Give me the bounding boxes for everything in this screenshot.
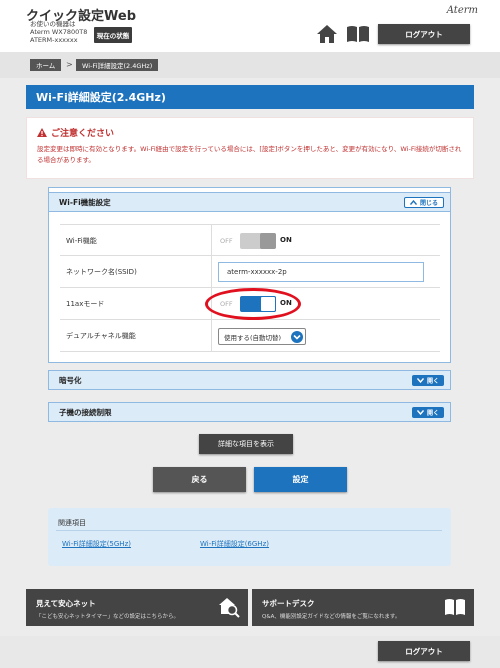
row-label: Wi-Fi機能 [60,225,212,257]
dual-channel-value: 使用する(自動切替) [224,333,282,342]
row-value: OFF ON [212,225,440,257]
logout-button[interactable]: ログアウト [378,24,470,44]
switch-on-label: ON [280,236,292,244]
card-title: サポートデスク [262,599,315,608]
related-title: 関連項目 [58,519,86,527]
logout-button-bottom[interactable]: ログアウト [378,641,470,661]
device-info: お使いの機器は Aterm WX7800T8 ATERM-xxxxxx [30,20,87,44]
page-title: Wi-Fi詳細設定(2.4GHz) [26,85,474,109]
header: クイック設定Web お使いの機器は Aterm WX7800T8 ATERM-x… [0,0,500,52]
show-details-button[interactable]: 詳細な項目を表示 [199,434,293,454]
current-status-button[interactable]: 現在の状態 [94,27,132,43]
child-limit-header[interactable]: 子機の接続制限 開く [48,402,451,422]
search-house-icon [219,598,240,618]
highlight-oval [205,288,301,320]
mieteanshin-card[interactable]: 見えて安心ネット 「こども安心ネットタイマー」などの設定はこちらから。 [26,589,248,626]
breadcrumb [0,52,500,78]
ssid-row: ネットワーク名(SSID) aterm-xxxxxx-2p [60,256,440,288]
support-desk-card[interactable]: サポートデスク Q&A、機能別設定ガイドなどの情報をご覧になれます。 [252,589,474,626]
expand-label: 開く [426,410,439,417]
brand-logo: Aterm [446,5,478,16]
chevron-down-icon [291,331,303,343]
back-button[interactable]: 戻る [153,467,246,492]
row-value: 使用する(自動切替) [212,320,440,352]
card-subtitle: 「こども安心ネットタイマー」などの設定はこちらから。 [36,614,180,620]
card-title: 見えて安心ネット [36,599,96,608]
device-info-label: お使いの機器は [30,20,76,28]
encryption-title: 暗号化 [59,375,82,385]
apply-button[interactable]: 設定 [254,467,347,492]
ssid-input[interactable]: aterm-xxxxxx-2p [218,262,424,282]
wifi-settings-title: Wi-Fi機能設定 [59,197,111,207]
collapse-button[interactable]: 閉じる [403,197,444,208]
switch-off-label: OFF [220,237,233,245]
dual-channel-row: デュアルチャネル機能 使用する(自動切替) [60,320,440,352]
collapse-label: 閉じる [419,200,438,207]
link-wifi-5ghz[interactable]: Wi-Fi詳細設定(5GHz) [62,539,131,549]
notice-title-text: ご注意ください [51,129,115,139]
wifi-settings-header: Wi-Fi機能設定 閉じる [48,192,451,212]
divider [56,530,442,531]
expand-label: 開く [426,378,439,385]
book-icon[interactable] [346,25,370,43]
row-label: 11axモード [60,288,212,320]
related-items: 関連項目 Wi-Fi詳細設定(5GHz) Wi-Fi詳細設定(6GHz) [48,508,451,566]
card-subtitle: Q&A、機能別設定ガイドなどの情報をご覧になれます。 [262,614,401,620]
breadcrumb-home[interactable]: ホーム [30,59,62,71]
breadcrumb-separator: > [66,60,73,69]
child-limit-title: 子機の接続制限 [59,407,112,417]
notice-text: 設定変更は即時に有効となります。Wi-Fi経由で設定を行っている場合には、[設定… [37,145,462,164]
row-label: ネットワーク名(SSID) [60,256,212,288]
encryption-header[interactable]: 暗号化 開く [48,370,451,390]
expand-button[interactable]: 開く [411,407,444,418]
notice-box: ご注意ください 設定変更は即時に有効となります。Wi-Fi経由で設定を行っている… [26,117,474,179]
row-value: aterm-xxxxxx-2p [212,256,440,288]
home-icon[interactable] [316,24,338,44]
device-name: ATERM-xxxxxx [30,36,78,44]
device-model: Aterm WX7800T8 [30,28,88,36]
link-wifi-6ghz[interactable]: Wi-Fi詳細設定(6GHz) [200,539,269,549]
expand-button[interactable]: 開く [411,375,444,386]
notice-title: ご注意ください [37,126,114,139]
chevron-up-icon [409,200,417,205]
warning-icon [37,128,47,137]
wifi-function-row: Wi-Fi機能 OFF ON [60,224,440,257]
chevron-down-icon [416,378,424,383]
breadcrumb-current: Wi-Fi詳細設定(2.4GHz) [76,59,159,71]
row-label: デュアルチャネル機能 [60,320,212,352]
wifi-function-switch[interactable] [240,233,276,249]
book-icon [445,599,465,615]
dual-channel-select[interactable]: 使用する(自動切替) [218,328,306,345]
chevron-down-icon [416,410,424,415]
